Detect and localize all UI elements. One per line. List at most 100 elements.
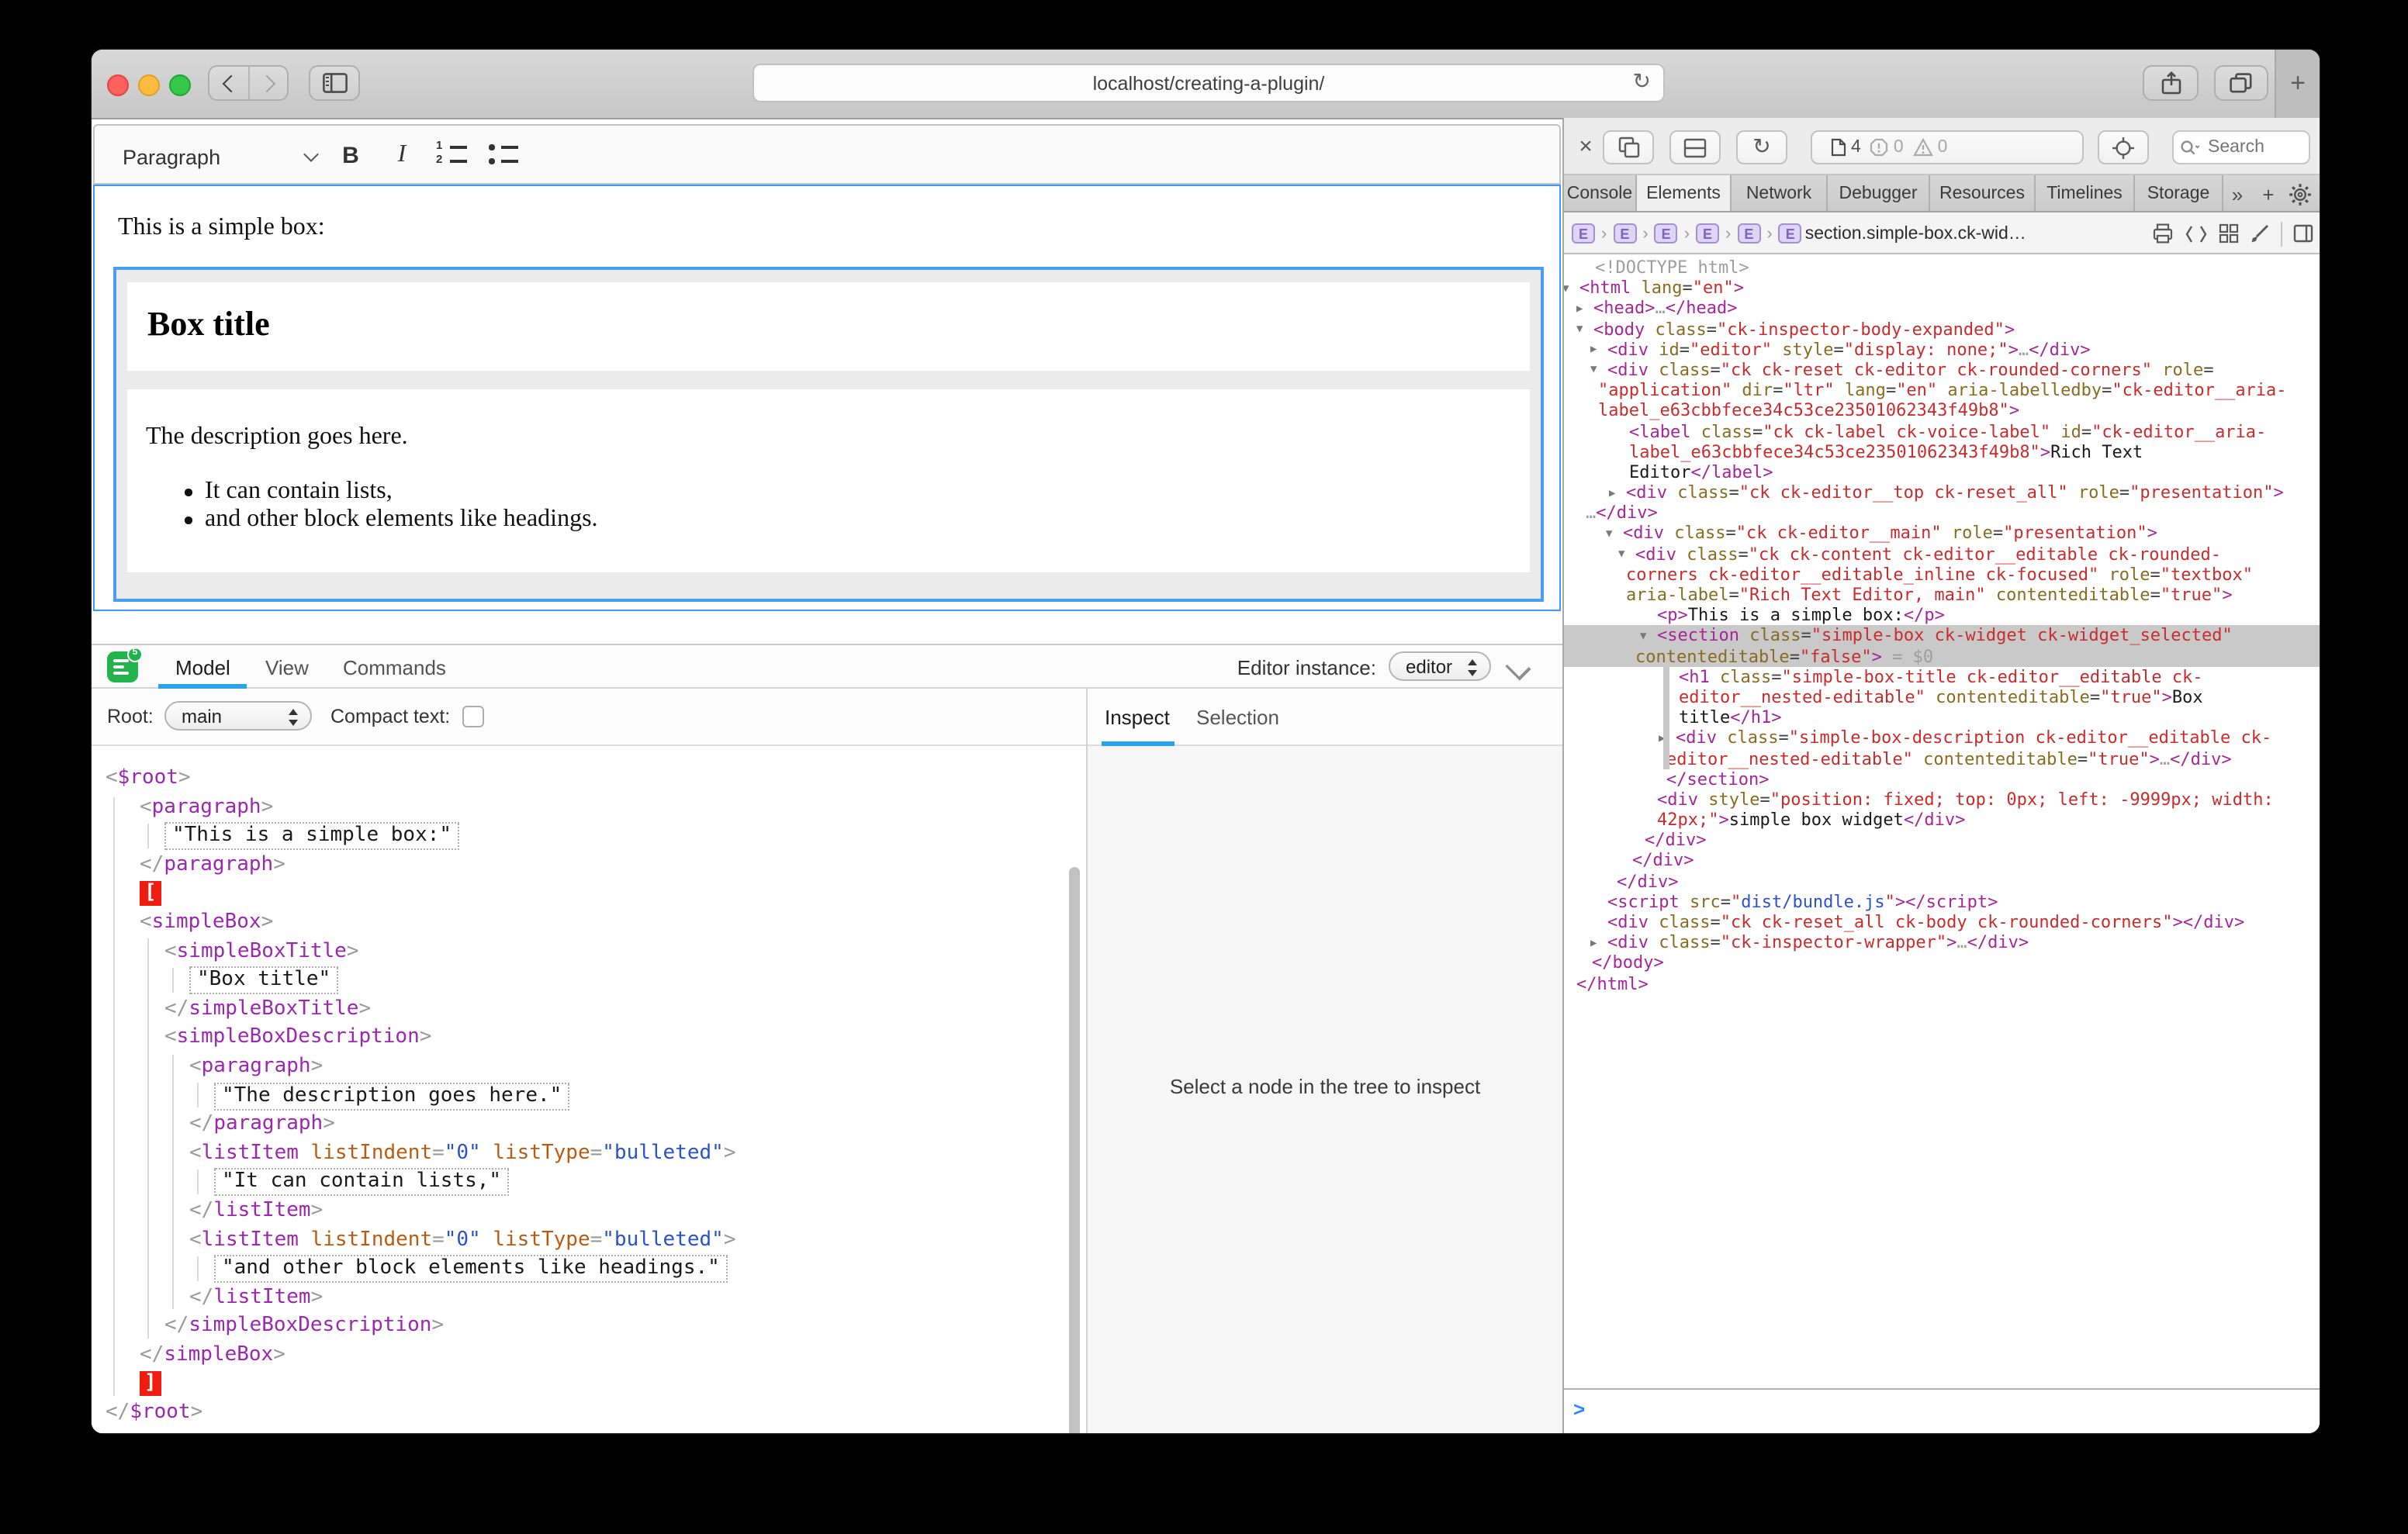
styles-brush-icon[interactable] [2250, 223, 2270, 244]
dom-tree-row[interactable]: <!DOCTYPE html> [1564, 257, 2320, 278]
dom-tree-row[interactable]: <h1 class="simple-box-title ck-editor__e… [1564, 667, 2320, 687]
editor-instance-select[interactable]: editor [1389, 651, 1491, 681]
dom-tree-row[interactable]: ▶<head>…</head> [1564, 299, 2320, 319]
dom-tree-row[interactable]: Editor</label> [1564, 462, 2320, 482]
model-tree-row[interactable]: </simpleBoxTitle> [92, 996, 1086, 1024]
minimize-traffic-light[interactable] [138, 74, 160, 96]
disclosure-expanded-icon[interactable]: ▼ [1640, 627, 1657, 647]
dom-tree-row[interactable]: ▼<div class="ck ck-reset ck-editor ck-ro… [1564, 360, 2320, 380]
element-badge[interactable]: E [1655, 223, 1678, 244]
dom-tree-row[interactable]: editor__nested-editable" contenteditable… [1564, 687, 2320, 707]
tab-elements[interactable]: Elements [1637, 175, 1732, 211]
simple-box-description-field[interactable]: The description goes here. It can contai… [127, 389, 1530, 572]
model-tree-row[interactable]: "and other block elements like headings.… [92, 1255, 1086, 1284]
disclosure-expanded-icon[interactable]: ▼ [1564, 278, 1579, 299]
tab-inspect[interactable]: Inspect [1105, 689, 1170, 745]
model-tree-row[interactable]: "Box title" [92, 966, 1086, 995]
list-item[interactable]: It can contain lists, [205, 478, 393, 506]
disclosure-collapsed-icon[interactable]: ▶ [1590, 340, 1607, 361]
disclosure-collapsed-icon[interactable]: ▶ [1590, 933, 1607, 953]
close-traffic-light[interactable] [107, 74, 129, 96]
dom-tree-row[interactable]: ▶<div id="editor" style="display: none;"… [1564, 340, 2320, 360]
element-badge[interactable]: E [1737, 223, 1760, 244]
model-tree-row[interactable]: "The description goes here." [92, 1082, 1086, 1111]
model-tree-row[interactable]: <simpleBoxDescription> [92, 1024, 1086, 1053]
dom-tree-row[interactable]: "application" dir="ltr" lang="en" aria-l… [1564, 380, 2320, 400]
search-input[interactable] [2205, 136, 2296, 158]
dom-tree-row[interactable]: aria-label="Rich Text Editor, main" cont… [1564, 585, 2320, 605]
disclosure-expanded-icon[interactable]: ▼ [1606, 524, 1623, 544]
tab-storage[interactable]: Storage [2135, 175, 2223, 211]
tab-network[interactable]: Network [1732, 175, 1828, 211]
description-paragraph[interactable]: The description goes here. [146, 423, 408, 451]
list-item[interactable]: and other block elements like headings. [205, 506, 598, 534]
disclosure-collapsed-icon[interactable]: ▶ [1576, 299, 1593, 320]
model-tree-row[interactable]: ] [92, 1370, 1086, 1399]
model-tree-row[interactable]: [ [92, 880, 1086, 909]
paragraph-dropdown[interactable]: Paragraph [123, 138, 317, 175]
model-tree-row[interactable]: "This is a simple box:" [92, 822, 1086, 851]
dom-tree-row[interactable]: label_e63cbbfece34c53ce23501062343f49b8"… [1564, 441, 2320, 461]
bold-button[interactable]: B [332, 135, 369, 175]
tab-resources[interactable]: Resources [1930, 175, 2036, 211]
share-button[interactable] [2143, 65, 2199, 101]
dom-tree-row[interactable]: ▼<section class="simple-box ck-widget ck… [1564, 626, 2320, 646]
model-tree-row[interactable]: <listItem listIndent="0" listType="bulle… [92, 1226, 1086, 1255]
element-badge[interactable]: E [1572, 223, 1595, 244]
add-tab-button[interactable]: + [2254, 180, 2282, 208]
dom-tree-row[interactable]: </body> [1564, 953, 2320, 973]
simple-box-widget[interactable]: Box title The description goes here. It … [113, 267, 1544, 602]
model-tree-row[interactable]: </simpleBox> [92, 1342, 1086, 1370]
compact-text-checkbox[interactable] [462, 706, 484, 727]
box-title-text[interactable]: Box title [147, 304, 270, 344]
model-tree-row[interactable]: </listItem> [92, 1284, 1086, 1312]
tab-timelines[interactable]: Timelines [2036, 175, 2135, 211]
overflow-tabs-button[interactable]: » [2223, 180, 2251, 208]
model-tree-row[interactable]: <simpleBoxTitle> [92, 938, 1086, 966]
close-devtools-button[interactable]: × [1573, 130, 1598, 163]
tab-view[interactable]: View [265, 645, 309, 689]
editor-paragraph[interactable]: This is a simple box: [118, 214, 325, 242]
zoom-traffic-light[interactable] [169, 74, 191, 96]
disclosure-expanded-icon[interactable]: ▼ [1576, 320, 1593, 340]
breadcrumb-current-node[interactable]: section.simple-box.ck-wid… [1805, 224, 2026, 243]
dom-tree-row[interactable]: ▼<div class="ck ck-editor__main" role="p… [1564, 523, 2320, 544]
dom-tree-row[interactable]: <div class="ck ck-reset_all ck-body ck-r… [1564, 912, 2320, 932]
tab-model[interactable]: Model [175, 645, 230, 689]
tab-console[interactable]: Console [1564, 175, 1637, 211]
url-bar[interactable]: localhost/creating-a-plugin/ ↻ [752, 64, 1665, 102]
forward-button[interactable] [248, 67, 289, 99]
element-badge[interactable]: E [1613, 223, 1636, 244]
dom-tree-row[interactable]: <div style="position: fixed; top: 0px; l… [1564, 789, 2320, 810]
dom-tree-row[interactable]: ▶<div class="simple-box-description ck-e… [1564, 728, 2320, 748]
model-tree-row[interactable]: <paragraph> [92, 1053, 1086, 1082]
details-sidebar-icon[interactable] [2293, 223, 2313, 244]
bulleted-list-button[interactable] [487, 140, 518, 171]
reload-icon[interactable]: ↻ [1633, 70, 1651, 95]
model-tree-row[interactable]: </simpleBoxDescription> [92, 1313, 1086, 1342]
model-tree-row[interactable]: <simpleBox> [92, 909, 1086, 938]
dom-tree-row[interactable]: </div> [1564, 871, 2320, 891]
model-tree-row[interactable]: </paragraph> [92, 852, 1086, 880]
model-tree-row[interactable]: </paragraph> [92, 1111, 1086, 1139]
dom-tree-row[interactable]: ▶<div class="ck ck-editor__top ck-reset_… [1564, 482, 2320, 503]
reload-page-button[interactable]: ↻ [1736, 130, 1787, 164]
settings-button[interactable] [2285, 180, 2313, 208]
dom-tree-row[interactable]: <script src="dist/bundle.js"></script> [1564, 892, 2320, 912]
dom-tree-row[interactable]: </section> [1564, 769, 2320, 789]
root-select[interactable]: main [164, 701, 312, 731]
new-tab-button[interactable]: + [2275, 50, 2320, 118]
grid-overlay-icon[interactable] [2219, 223, 2239, 244]
dom-tree-row[interactable]: ▼<div class="ck ck-content ck-editor__ed… [1564, 544, 2320, 564]
resource-counts-button[interactable]: 4 0 0 [1811, 130, 2084, 164]
dom-tree-row[interactable]: 42px;">simple box widget</div> [1564, 810, 2320, 830]
italic-button[interactable]: I [385, 135, 419, 175]
dom-tree-row[interactable]: label_e63cbbfece34c53ce23501062343f49b8"… [1564, 401, 2320, 421]
dom-tree-row[interactable]: contenteditable="false"> = $0 [1564, 646, 2320, 666]
disclosure-expanded-icon[interactable]: ▼ [1590, 361, 1607, 381]
disclosure-collapsed-icon[interactable]: ▶ [1609, 483, 1626, 503]
print-icon[interactable] [2152, 223, 2174, 244]
back-button[interactable] [209, 67, 248, 99]
tab-overview-button[interactable] [2214, 65, 2268, 101]
dom-tree-row[interactable]: …</div> [1564, 503, 2320, 523]
